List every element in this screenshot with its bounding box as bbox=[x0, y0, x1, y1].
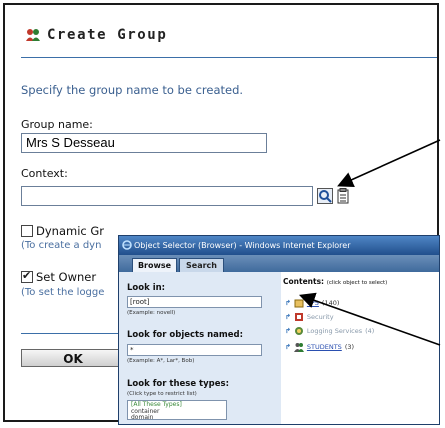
page-title-text: Create Group bbox=[47, 27, 168, 43]
expand-icon[interactable]: ↱ bbox=[285, 327, 291, 335]
context-input[interactable] bbox=[21, 186, 313, 206]
ok-button[interactable]: OK bbox=[21, 349, 125, 367]
item-count: (4) bbox=[365, 327, 375, 335]
dynamic-group-label: Dynamic Gr bbox=[36, 224, 105, 238]
context-label: Context: bbox=[21, 167, 68, 180]
list-item-logging-services[interactable]: ↱ Logging Services (4) bbox=[285, 326, 374, 336]
item-name[interactable]: Logging Services bbox=[307, 327, 362, 335]
dynamic-group-hint: (To create a dyn bbox=[21, 240, 102, 251]
history-list-icon[interactable] bbox=[335, 188, 351, 204]
look-in-label: Look in: bbox=[127, 283, 166, 293]
contents-pane: Contents: (click object to select) ↱ TPS… bbox=[281, 272, 439, 424]
look-in-example: (Example: novell) bbox=[127, 310, 176, 316]
list-item-security[interactable]: ↱ Security bbox=[285, 312, 334, 322]
objects-named-label: Look for objects named: bbox=[127, 330, 244, 340]
group-name-input[interactable]: Mrs S Desseau bbox=[21, 133, 267, 153]
objects-named-input[interactable]: * bbox=[127, 344, 262, 356]
set-owner-label: Set Owner bbox=[36, 270, 97, 284]
list-item-tps[interactable]: ↱ TPS (140) bbox=[285, 298, 339, 308]
expand-icon[interactable]: ↱ bbox=[285, 313, 291, 321]
tab-browse[interactable]: Browse bbox=[132, 258, 177, 272]
ie-icon bbox=[122, 240, 132, 250]
popup-titlebar[interactable]: Object Selector (Browser) - Windows Inte… bbox=[119, 236, 439, 255]
set-owner-checkbox[interactable]: Set Owner bbox=[21, 269, 97, 284]
security-icon bbox=[294, 313, 303, 321]
look-in-input[interactable]: [root] bbox=[127, 296, 262, 308]
set-owner-box[interactable] bbox=[21, 269, 33, 283]
page-title: Create Group bbox=[25, 27, 167, 43]
item-name[interactable]: Security bbox=[307, 313, 334, 321]
dynamic-group-box[interactable] bbox=[21, 225, 33, 237]
objects-named-example: (Example: A*, Lar*, Bob) bbox=[127, 358, 195, 364]
contents-header: Contents: (click object to select) bbox=[283, 277, 387, 286]
types-label: Look for these types: bbox=[127, 379, 229, 389]
object-selector-icon[interactable] bbox=[317, 188, 333, 204]
popup-tabs: Browse Search bbox=[119, 255, 439, 272]
group-icon bbox=[26, 29, 40, 41]
group-name-label: Group name: bbox=[21, 118, 93, 131]
contents-label: Contents: bbox=[283, 277, 325, 286]
search-criteria-pane: Look in: [root] (Example: novell) Look f… bbox=[119, 272, 282, 424]
group-icon bbox=[293, 343, 304, 352]
expand-icon[interactable]: ↱ bbox=[285, 299, 291, 307]
page-description: Specify the group name to be created. bbox=[21, 83, 244, 97]
popup-title-text: Object Selector (Browser) - Windows Inte… bbox=[134, 241, 351, 250]
container-icon bbox=[294, 299, 304, 308]
contents-hint: (click object to select) bbox=[326, 280, 388, 286]
logging-icon bbox=[294, 327, 303, 335]
types-list-item[interactable]: domain bbox=[131, 414, 223, 422]
item-count: (140) bbox=[321, 299, 340, 307]
list-item-students[interactable]: ↱ STUDENTS (3) bbox=[285, 342, 354, 352]
object-selector-window[interactable]: Object Selector (Browser) - Windows Inte… bbox=[118, 235, 440, 425]
item-name[interactable]: TPS bbox=[307, 299, 319, 307]
dynamic-group-checkbox[interactable]: Dynamic Gr bbox=[21, 224, 104, 238]
item-count: (3) bbox=[344, 343, 355, 351]
types-hint: (Click type to restrict list) bbox=[127, 391, 197, 397]
types-list[interactable]: [All These Types] container domain bbox=[127, 400, 227, 422]
expand-icon[interactable]: ↱ bbox=[285, 343, 291, 351]
tab-search[interactable]: Search bbox=[179, 258, 224, 272]
title-divider bbox=[21, 57, 437, 58]
item-name[interactable]: STUDENTS bbox=[307, 343, 342, 351]
set-owner-hint: (To set the logge bbox=[21, 287, 105, 298]
